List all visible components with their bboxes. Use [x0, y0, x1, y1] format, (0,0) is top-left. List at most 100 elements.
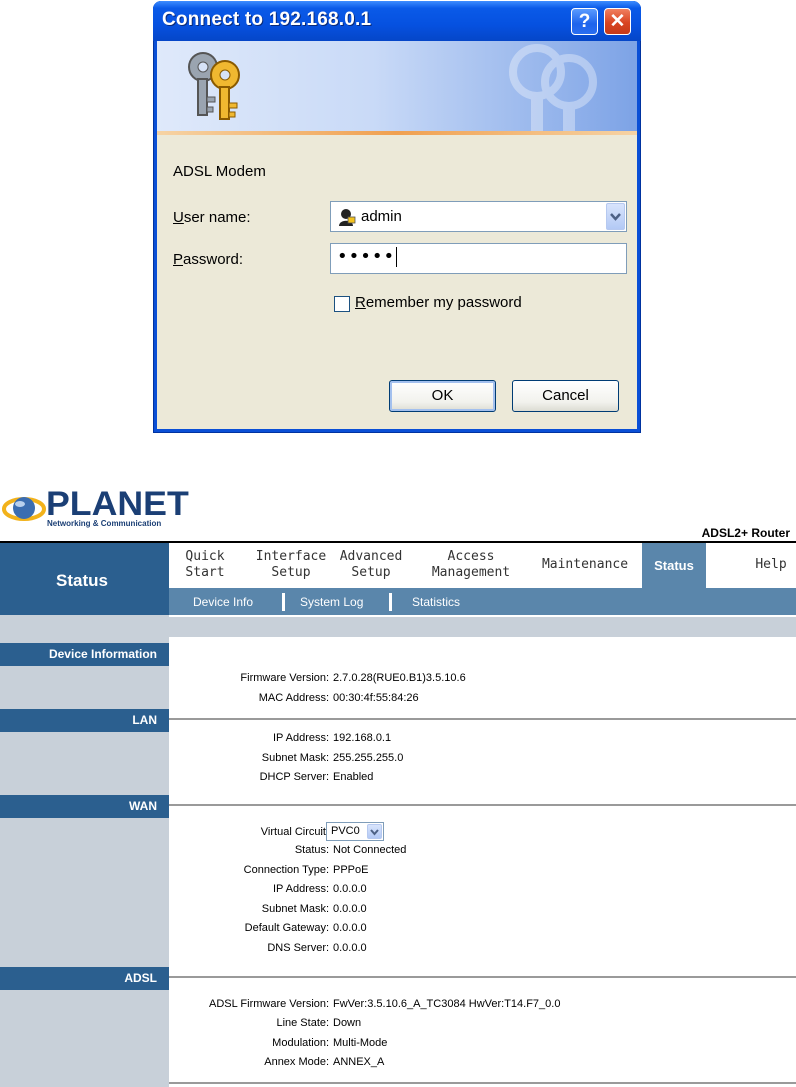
row-value: 0.0.0.0: [333, 883, 367, 895]
brand-name: PLANET: [46, 485, 189, 523]
info-row: MAC Address: 00:30:4f:55:84:26: [258, 692, 419, 704]
keys-icon: [188, 52, 240, 120]
remember-password-checkbox[interactable]: [334, 296, 350, 312]
virtual-circuit-select[interactable]: PVC0: [326, 822, 384, 841]
username-label: User name:: [173, 209, 251, 226]
nav-quick-start[interactable]: Quick Start: [185, 549, 225, 581]
info-row: Default Gateway: 0.0.0.0: [244, 922, 367, 934]
section-adsl: ADSL: [0, 967, 169, 990]
virtual-circuit-value: PVC0: [331, 825, 360, 837]
row-label: Default Gateway: [244, 922, 326, 934]
info-row: Subnet Mask: 255.255.255.0: [261, 752, 404, 764]
nav-help[interactable]: Help: [751, 557, 791, 573]
row-value: 255.255.255.0: [333, 752, 404, 764]
current-section-box: Status: [0, 543, 169, 615]
header-band: [0, 615, 796, 637]
row-value: Multi-Mode: [333, 1037, 388, 1049]
info-row: Firmware Version: 2.7.0.28(RUE0.B1)3.5.1…: [240, 672, 466, 684]
row-label: Modulation: [272, 1037, 326, 1049]
cancel-button[interactable]: Cancel: [512, 380, 619, 412]
password-input[interactable]: •••••: [330, 243, 627, 274]
row-value: 00:30:4f:55:84:26: [333, 692, 419, 704]
info-row: IP Address: 0.0.0.0: [273, 883, 367, 895]
row-label: DHCP Server: [259, 771, 326, 783]
row-value: Down: [333, 1017, 362, 1029]
login-dialog: Connect to 192.168.0.1 ? ✕ ADSL Modem Us…: [153, 1, 641, 433]
row-label: Line State: [276, 1017, 326, 1029]
row-label: Connection Type: [243, 864, 326, 876]
row-label: ADSL Firmware Version: [209, 998, 326, 1010]
subnav-device-info[interactable]: Device Info: [193, 595, 253, 609]
close-button[interactable]: ✕: [604, 8, 631, 35]
virtual-circuit-dropdown-button[interactable]: [367, 824, 382, 839]
info-row: DHCP Server: Enabled: [259, 771, 374, 783]
section-divider: [169, 718, 796, 720]
banner-watermark-icon: [509, 44, 597, 131]
ok-button[interactable]: OK: [389, 380, 496, 412]
section-divider: [169, 1082, 796, 1084]
section-wan: WAN: [0, 795, 169, 818]
realm-label: ADSL Modem: [173, 163, 266, 180]
section-divider: [169, 976, 796, 978]
help-button[interactable]: ?: [571, 8, 598, 35]
nav-advanced-setup[interactable]: Advanced Setup: [336, 549, 406, 581]
row-label: IP Address: [273, 732, 326, 744]
section-divider: [169, 804, 796, 806]
brand-tagline: Networking & Communication: [47, 519, 162, 528]
row-value: Enabled: [333, 771, 374, 783]
dialog-banner: [157, 41, 637, 131]
info-row: Connection Type: PPPoE: [243, 864, 369, 876]
subnav-separator: [389, 593, 392, 611]
row-label: Firmware Version: [240, 672, 326, 684]
row-label: IP Address: [273, 883, 326, 895]
main-nav: Quick Start Interface Setup Advanced Setup …: [169, 543, 796, 588]
dialog-body: ADSL Modem User name: admin Password: ••…: [157, 135, 637, 429]
row-label: Annex Mode: [264, 1056, 326, 1068]
info-row: IP Address: 192.168.0.1: [273, 732, 392, 744]
row-value: Not Connected: [333, 844, 407, 856]
dialog-title: Connect to 192.168.0.1: [162, 9, 372, 30]
nav-status[interactable]: Status: [642, 543, 706, 588]
row-value: 192.168.0.1: [333, 732, 392, 744]
password-value: •••••: [337, 246, 398, 267]
info-row: Annex Mode: ANNEX_A: [264, 1056, 385, 1068]
current-section-title: Status: [56, 571, 108, 590]
info-row: Subnet Mask: 0.0.0.0: [261, 903, 367, 915]
planet-logo: PLANET Networking & Communication: [0, 487, 189, 532]
subnav-statistics[interactable]: Statistics: [412, 595, 460, 609]
subnav-separator: [282, 593, 285, 611]
info-row: Status: Not Connected: [294, 844, 407, 856]
dialog-title-bar[interactable]: Connect to 192.168.0.1 ? ✕: [153, 1, 641, 41]
username-dropdown-button[interactable]: [606, 203, 625, 230]
row-value: 0.0.0.0: [333, 903, 367, 915]
section-lan: LAN: [0, 709, 169, 732]
info-row: ADSL Firmware Version: FwVer:3.5.10.6_A_…: [209, 998, 561, 1010]
planet-logo-icon: [2, 497, 46, 521]
sub-nav: Device Info System Log Statistics: [169, 588, 796, 615]
chevron-down-icon: [370, 829, 379, 836]
section-device-information: Device Information: [0, 643, 169, 666]
info-row: Line State: Down: [276, 1017, 362, 1029]
username-combobox[interactable]: admin: [330, 201, 627, 232]
row-value: 0.0.0.0: [333, 942, 367, 954]
row-label: Subnet Mask: [261, 903, 326, 915]
user-icon: [339, 209, 356, 226]
info-row: Modulation: Multi-Mode: [272, 1037, 388, 1049]
info-row: Virtual Circuit: PVC0: [169, 822, 796, 842]
row-value: 2.7.0.28(RUE0.B1)3.5.10.6: [333, 672, 466, 684]
nav-interface-setup[interactable]: Interface Setup: [250, 549, 332, 581]
row-value: PPPoE: [333, 864, 369, 876]
remember-password-label[interactable]: Remember my password: [355, 294, 522, 311]
password-label: Password:: [173, 251, 244, 268]
row-value: ANNEX_A: [333, 1056, 385, 1068]
chevron-down-icon: [610, 213, 621, 221]
username-value: admin: [361, 208, 402, 225]
nav-access-management[interactable]: Access Management: [425, 549, 517, 581]
row-label: Virtual Circuit: [260, 826, 326, 838]
nav-maintenance[interactable]: Maintenance: [541, 557, 629, 573]
row-value: 0.0.0.0: [333, 922, 367, 934]
subnav-system-log[interactable]: System Log: [300, 595, 363, 609]
row-label: MAC Address: [258, 692, 326, 704]
info-row: DNS Server: 0.0.0.0: [267, 942, 367, 954]
row-label: Subnet Mask: [261, 752, 326, 764]
